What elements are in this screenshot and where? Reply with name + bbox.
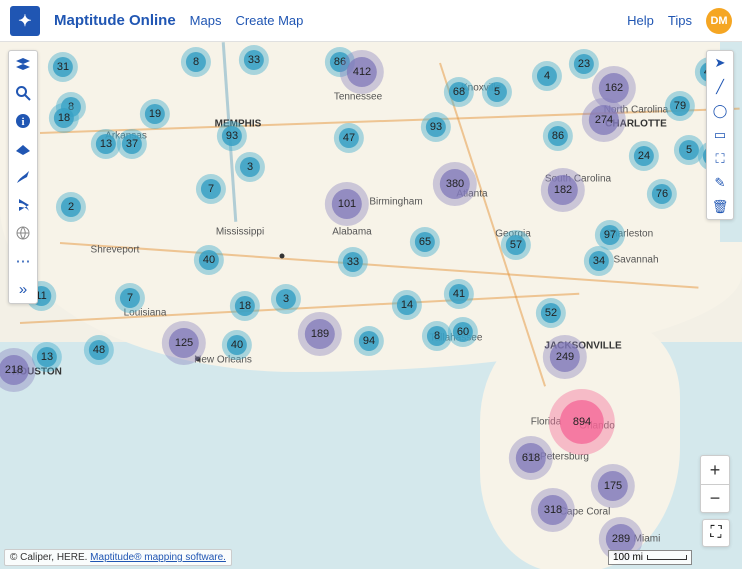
search-icon[interactable] <box>9 79 37 107</box>
cluster-marker[interactable]: 4 <box>544 70 550 82</box>
cluster-marker[interactable]: 13 <box>41 351 53 363</box>
layers-icon[interactable] <box>9 51 37 79</box>
cluster-marker[interactable]: 175 <box>604 480 622 492</box>
cluster-marker[interactable]: 68 <box>453 86 465 98</box>
zoom-in-button[interactable]: + <box>701 456 729 484</box>
cluster-marker[interactable]: 47 <box>343 132 355 144</box>
globe-icon[interactable] <box>9 219 37 247</box>
place-label: Mississippi <box>216 227 264 238</box>
zoom-out-button[interactable]: − <box>701 484 729 512</box>
app-header: ✦ Maptitude Online Maps Create Map Help … <box>0 0 742 42</box>
map-canvas[interactable]: TennesseeArkansasMEMPHISMississippiAlaba… <box>0 42 742 569</box>
nav-create-map[interactable]: Create Map <box>235 13 303 28</box>
cluster-marker[interactable]: 79 <box>674 100 686 112</box>
circle-draw-icon[interactable]: ◯ <box>707 99 733 123</box>
cluster-marker[interactable]: 40 <box>231 339 243 351</box>
map-point-marker <box>280 254 285 259</box>
cluster-marker[interactable]: 7 <box>127 292 133 304</box>
cluster-marker[interactable]: 3 <box>247 161 253 173</box>
cluster-marker[interactable]: 101 <box>338 198 356 210</box>
cluster-marker[interactable]: 189 <box>311 328 329 340</box>
expand-toolbar-icon[interactable]: » <box>9 275 37 303</box>
cluster-marker[interactable]: 48 <box>93 344 105 356</box>
cluster-marker[interactable]: 37 <box>126 138 138 150</box>
cluster-marker[interactable]: 2 <box>68 201 74 213</box>
place-label: Birmingham <box>369 197 422 208</box>
cluster-marker[interactable]: 18 <box>58 112 70 124</box>
cluster-marker[interactable]: 894 <box>573 416 591 428</box>
basemap-icon[interactable] <box>9 135 37 163</box>
cluster-marker[interactable]: 18 <box>239 300 251 312</box>
cluster-marker[interactable]: 94 <box>363 335 375 347</box>
place-label: Shreveport <box>91 245 140 256</box>
cluster-marker[interactable]: 33 <box>248 54 260 66</box>
cluster-marker[interactable]: 289 <box>612 533 630 545</box>
cluster-marker[interactable]: 182 <box>554 184 572 196</box>
app-title: Maptitude Online <box>54 12 176 29</box>
place-label: Alabama <box>332 227 371 238</box>
cluster-marker[interactable]: 162 <box>605 82 623 94</box>
cluster-marker[interactable]: 60 <box>457 326 469 338</box>
cluster-marker[interactable]: 318 <box>544 504 562 516</box>
cluster-marker[interactable]: 19 <box>149 108 161 120</box>
left-toolbar: i ⋯ » <box>8 50 38 304</box>
cluster-marker[interactable]: 14 <box>401 299 413 311</box>
user-avatar[interactable]: DM <box>706 8 732 34</box>
right-toolbar: ➤ ╱ ◯ ▭ ⛶ ✎ 🗑 <box>706 50 734 220</box>
line-draw-icon[interactable]: ╱ <box>707 75 733 99</box>
cluster-marker[interactable]: 76 <box>656 188 668 200</box>
cluster-marker[interactable]: 65 <box>419 236 431 248</box>
cluster-marker[interactable]: 5 <box>686 144 692 156</box>
cluster-marker[interactable]: 618 <box>522 452 540 464</box>
zoom-controls: + − <box>700 455 730 513</box>
cluster-marker[interactable]: 125 <box>175 337 193 349</box>
cluster-marker[interactable]: 97 <box>604 229 616 241</box>
cluster-marker[interactable]: 218 <box>5 364 23 376</box>
cluster-marker[interactable]: 93 <box>226 130 238 142</box>
cluster-marker[interactable]: 8 <box>434 330 440 342</box>
cluster-marker[interactable]: 3 <box>283 293 289 305</box>
cluster-marker[interactable]: 23 <box>578 58 590 70</box>
cluster-marker[interactable]: 7 <box>208 183 214 195</box>
nav-tips[interactable]: Tips <box>668 13 692 28</box>
cluster-marker[interactable]: 31 <box>57 61 69 73</box>
svg-text:i: i <box>21 116 24 128</box>
scale-bar: 100 mi <box>608 550 692 565</box>
nav-maps[interactable]: Maps <box>190 13 222 28</box>
place-label: Savannah <box>613 255 658 266</box>
cluster-marker[interactable]: 249 <box>556 351 574 363</box>
cluster-marker[interactable]: 57 <box>510 239 522 251</box>
cluster-marker[interactable]: 24 <box>638 150 650 162</box>
cluster-marker[interactable]: 274 <box>595 114 613 126</box>
pointer-icon[interactable]: ➤ <box>707 51 733 75</box>
cluster-marker[interactable]: 412 <box>353 66 371 78</box>
app-logo-icon: ✦ <box>10 6 40 36</box>
cluster-marker[interactable]: 34 <box>593 255 605 267</box>
attribution-link[interactable]: Maptitude® mapping software. <box>90 552 226 563</box>
info-icon[interactable]: i <box>9 107 37 135</box>
cluster-marker[interactable]: 86 <box>552 130 564 142</box>
cluster-marker[interactable]: 40 <box>203 254 215 266</box>
scale-label: 100 mi <box>613 552 643 563</box>
cluster-marker[interactable]: 13 <box>100 138 112 150</box>
draw-icon[interactable] <box>9 163 37 191</box>
attribution: © Caliper, HERE. Maptitude® mapping soft… <box>4 549 232 566</box>
cluster-marker[interactable]: 93 <box>430 121 442 133</box>
nav-help[interactable]: Help <box>627 13 654 28</box>
cluster-marker[interactable]: 33 <box>347 256 359 268</box>
share-icon[interactable] <box>9 191 37 219</box>
cluster-marker[interactable]: 41 <box>453 288 465 300</box>
trash-icon[interactable]: 🗑 <box>707 195 733 219</box>
crop-icon[interactable]: ⛶ <box>707 147 733 171</box>
more-icon[interactable]: ⋯ <box>9 247 37 275</box>
rect-draw-icon[interactable]: ▭ <box>707 123 733 147</box>
cluster-marker[interactable]: 380 <box>446 178 464 190</box>
edit-draw-icon[interactable]: ✎ <box>707 171 733 195</box>
cluster-marker[interactable]: 52 <box>545 307 557 319</box>
cluster-marker[interactable]: 8 <box>193 56 199 68</box>
fullscreen-button[interactable]: ⛶ <box>702 519 730 547</box>
cluster-marker[interactable]: 5 <box>494 86 500 98</box>
